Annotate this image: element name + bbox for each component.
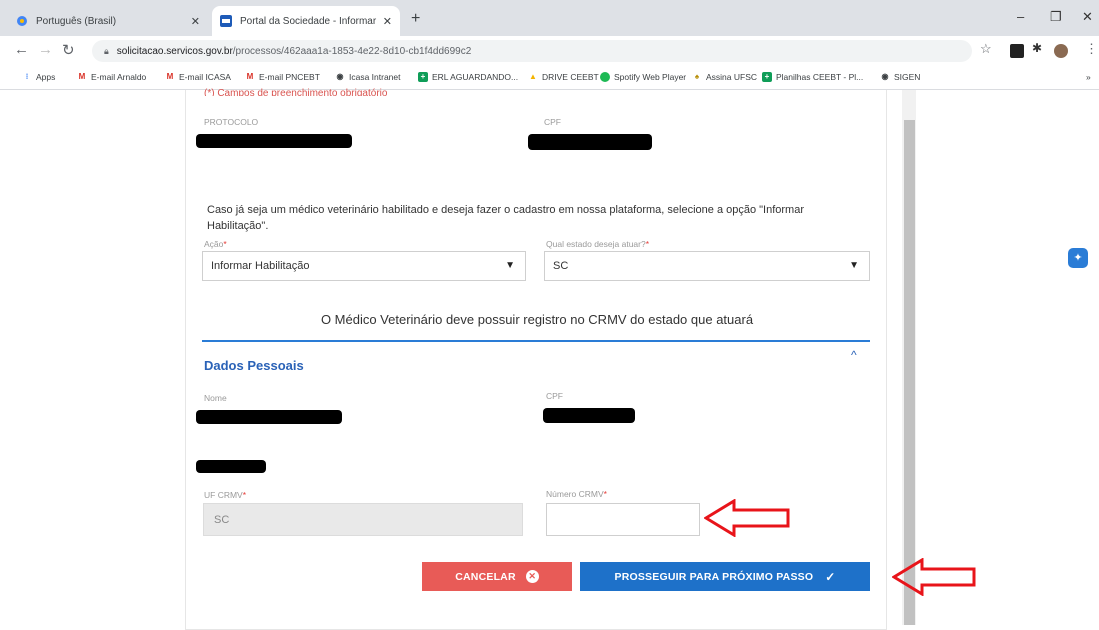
check-icon: ✓	[825, 569, 836, 584]
next-step-button[interactable]: PROSSEGUIR PARA PRÓXIMO PASSO ✓	[580, 562, 870, 591]
floating-help-icon[interactable]: ✦	[1068, 248, 1088, 268]
acao-select[interactable]: Informar Habilitação ▼	[202, 251, 526, 281]
cpf-top-label: CPF	[544, 117, 561, 127]
nome-label: Nome	[204, 393, 227, 403]
globe-icon: ◉	[336, 72, 344, 81]
dropdown-arrow-icon: ▼	[849, 260, 859, 271]
bookmark-email-pncebt[interactable]: M E-mail PNCEBT	[245, 72, 320, 82]
bookmark-apps[interactable]: ⁝ Apps	[22, 72, 56, 82]
bookmark-email-arnaldo[interactable]: M E-mail Arnaldo	[77, 72, 147, 82]
minimize-icon[interactable]: –	[1017, 9, 1024, 24]
cpf-label: CPF	[546, 391, 563, 401]
portal-favicon-icon	[220, 15, 232, 27]
bookmark-drive[interactable]: ▲ DRIVE CEEBT	[528, 72, 599, 82]
browser-tab-portal[interactable]: Portal da Sociedade - Informar T ✕	[212, 6, 400, 36]
acao-label: Ação*	[204, 239, 227, 249]
more-bookmarks-icon[interactable]: »	[1086, 72, 1091, 82]
cancel-label: CANCELAR	[455, 570, 516, 583]
bookmark-icasa-intranet[interactable]: ◉ Icasa Intranet	[335, 72, 401, 82]
estado-label: Qual estado deseja atuar?*	[546, 239, 650, 249]
gmail-icon: M	[166, 72, 174, 81]
gmail-icon: M	[78, 72, 86, 81]
crmv-notice: O Médico Veterinário deve possuir regist…	[320, 312, 754, 327]
required-fields-note: (*) Campos de preenchimento obrigatório	[204, 88, 388, 96]
protocolo-label: PROTOCOLO	[204, 117, 259, 127]
cancel-button[interactable]: CANCELAR ✕	[422, 562, 572, 591]
sheets-icon: +	[418, 72, 428, 82]
translate-icon	[16, 15, 28, 27]
pdf-extension-icon[interactable]	[1010, 44, 1024, 58]
section-divider	[202, 340, 870, 342]
back-arrow-icon[interactable]: ←	[14, 41, 29, 58]
cpf-top-value-redacted	[528, 134, 652, 150]
info-text: Caso já seja um médico veterinário habil…	[207, 204, 805, 232]
extra-field-redacted	[196, 460, 266, 473]
menu-dots-icon[interactable]: ⋮	[1085, 41, 1098, 57]
form-card: (*) Campos de preenchimento obrigatório …	[185, 88, 887, 630]
numero-crmv-input[interactable]	[546, 503, 700, 536]
reload-icon[interactable]: ↻	[62, 41, 75, 59]
star-bookmark-icon[interactable]: ☆	[980, 41, 992, 57]
restore-icon[interactable]: ❐	[1050, 9, 1062, 25]
assina-icon: ♠	[694, 72, 700, 81]
sheets-icon: +	[762, 72, 772, 82]
cpf-value-redacted	[543, 408, 635, 423]
numero-crmv-label: Número CRMV*	[546, 489, 607, 499]
url-input[interactable]: 🔒︎ solicitacao.servicos.gov.br/processos…	[92, 40, 972, 62]
nome-value-redacted	[196, 410, 342, 424]
url-path: /processos/462aaa1a-1853-4e22-8d10-cb1f4…	[232, 45, 472, 57]
uf-crmv-label: UF CRMV*	[204, 490, 247, 500]
drive-icon: ▲	[529, 72, 537, 81]
estado-selected-value: SC	[553, 260, 569, 272]
browser-tab-strip: Português (Brasil) ✕ Portal da Sociedade…	[0, 0, 1099, 36]
apps-grid-icon: ⁝	[25, 72, 29, 81]
bookmarks-bar: ⁝ Apps M E-mail Arnaldo M E-mail ICASA M E-m…	[0, 66, 1099, 90]
annotation-arrow-icon	[704, 499, 790, 537]
bookmark-assina-ufsc[interactable]: ♠ Assina UFSC	[692, 72, 757, 82]
url-host: solicitacao.servicos.gov.br	[116, 45, 233, 57]
estado-select[interactable]: SC ▼	[544, 251, 870, 281]
annotation-arrow-icon	[892, 558, 976, 596]
bookmark-email-icasa[interactable]: M E-mail ICASA	[165, 72, 231, 82]
bookmark-sigen[interactable]: ◉ SIGEN	[880, 72, 921, 82]
spotify-icon	[600, 72, 610, 82]
lock-icon: 🔒︎	[104, 45, 109, 56]
tab-title: Português (Brasil)	[36, 15, 117, 27]
scrollbar-thumb[interactable]	[904, 120, 915, 625]
next-step-label: PROSSEGUIR PARA PRÓXIMO PASSO	[614, 570, 814, 583]
gmail-icon: M	[246, 72, 254, 81]
uf-crmv-field: SC	[203, 503, 523, 536]
new-tab-button[interactable]: +	[411, 10, 420, 28]
dropdown-arrow-icon: ▼	[505, 260, 515, 271]
chevron-up-icon[interactable]: ^	[851, 348, 857, 362]
bookmark-erl[interactable]: + ERL AGUARDANDO...	[418, 72, 518, 82]
acao-selected-value: Informar Habilitação	[211, 260, 310, 272]
address-bar-row: ← → ↻ 🔒︎ solicitacao.servicos.gov.br/pro…	[0, 36, 1099, 66]
globe-icon: ◉	[881, 72, 889, 81]
close-circle-icon: ✕	[525, 570, 539, 583]
section-title-dados-pessoais: Dados Pessoais	[204, 358, 304, 373]
browser-tab-translate[interactable]: Português (Brasil) ✕	[8, 6, 208, 36]
bookmark-spotify[interactable]: Spotify Web Player	[600, 72, 686, 82]
close-tab-icon[interactable]: ✕	[191, 15, 200, 28]
page-content: (*) Campos de preenchimento obrigatório …	[0, 88, 1099, 630]
forward-arrow-icon[interactable]: →	[38, 41, 53, 58]
close-tab-icon[interactable]: ✕	[383, 15, 392, 28]
bookmark-planilhas[interactable]: + Planilhas CEEBT - Pl...	[762, 72, 863, 82]
profile-avatar[interactable]	[1054, 44, 1068, 58]
tab-title: Portal da Sociedade - Informar T	[240, 15, 377, 27]
close-window-icon[interactable]: ✕	[1082, 9, 1093, 25]
extensions-puzzle-icon[interactable]: ✱	[1032, 41, 1042, 55]
protocolo-value-redacted	[196, 134, 352, 148]
